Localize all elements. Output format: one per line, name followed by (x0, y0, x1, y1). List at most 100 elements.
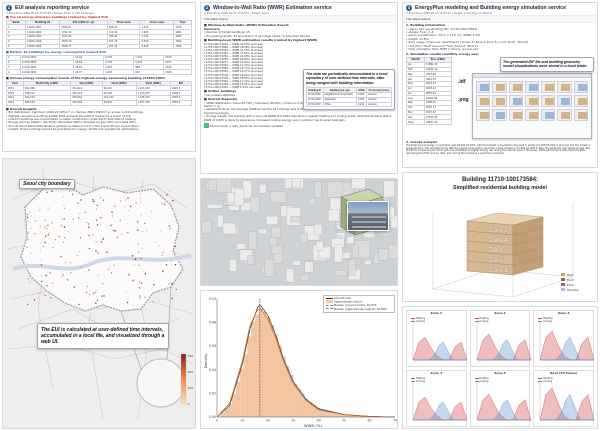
file-thumbnail[interactable] (541, 109, 556, 122)
file-thumbnail[interactable] (557, 81, 572, 94)
legend-label: Cooling (543, 380, 553, 383)
histogram-bar (251, 322, 256, 418)
file-thumbnail[interactable] (524, 81, 540, 94)
building-dot (102, 282, 104, 285)
building-dot (79, 237, 82, 239)
city-building (348, 259, 356, 276)
file-thumbnail[interactable] (573, 109, 588, 122)
building-dot (63, 236, 66, 239)
building-dot (88, 294, 91, 296)
file-thumbnail[interactable] (492, 81, 507, 94)
top10-table: Rank Building ID EUI (kWh/m²·yr) Floor area… (6, 19, 192, 50)
zone-label: Zone 4 (489, 238, 508, 244)
file-thumbnail[interactable] (524, 95, 540, 108)
building-dot (78, 217, 80, 219)
building-dot (69, 262, 72, 264)
building-dot (96, 224, 99, 226)
building-dot (96, 299, 99, 302)
building-dot (38, 297, 40, 300)
building-dot (159, 230, 161, 232)
city-building (292, 179, 301, 189)
file-thumbnail[interactable] (573, 81, 588, 94)
building-dot (38, 192, 40, 195)
building-dot (135, 227, 137, 229)
city-building (304, 261, 314, 273)
map-caption-callout: The EUI is calculated at user-defined ti… (37, 323, 169, 349)
file-thumbnail[interactable] (573, 95, 588, 108)
file-thumbnail[interactable] (508, 109, 523, 122)
city-building (335, 270, 347, 277)
city-building (257, 228, 268, 235)
building-dot (95, 208, 98, 210)
building-dot (26, 262, 29, 264)
building-dot (107, 268, 110, 271)
building-dot (168, 283, 170, 285)
file-thumbnail[interactable] (492, 109, 507, 122)
city-3d-svg (201, 179, 397, 285)
file-thumbnail[interactable] (508, 95, 523, 108)
building-dot (49, 272, 51, 274)
zone-chart-plot (412, 378, 468, 421)
wwr-panel-title: Window-to-Wall Ratio (WWR) Estimation se… (213, 5, 332, 11)
building-dot (137, 251, 140, 253)
building-dot (63, 204, 65, 206)
file-thumbnail[interactable] (476, 95, 491, 108)
building-dot (174, 266, 177, 269)
building-dot (111, 215, 114, 217)
file-thumbnail[interactable] (524, 109, 540, 122)
city-building (222, 222, 236, 235)
file-thumbnail[interactable] (557, 95, 572, 108)
building-dot (44, 294, 46, 296)
energyplus-latest-output-tab[interactable]: The latest output (403, 15, 597, 23)
building-dot (134, 258, 137, 260)
file-thumbnail[interactable] (492, 95, 507, 108)
building-dot (27, 278, 29, 280)
building-dot (124, 199, 127, 201)
wwr-callout-table: Building ID Building use type WWR Processin… (306, 87, 393, 108)
building-dot (171, 297, 173, 300)
building-dot (137, 229, 139, 231)
zone-chart-plot (540, 378, 595, 421)
building-dot (140, 214, 142, 216)
building-dot (92, 199, 94, 201)
building-dot (173, 221, 176, 223)
city-3d-view (200, 178, 398, 286)
wwr-results-list: 11710-100174632 — WWR 40.50% (success) 11… (204, 43, 290, 89)
file-thumbnail[interactable] (541, 95, 556, 108)
legend-label: Cooling (479, 320, 489, 323)
file-thumbnail[interactable] (476, 81, 491, 94)
annual-caption: ■ Annual energy consumption trends of th… (6, 76, 166, 80)
zone-chart-legend: Heating Cooling (474, 377, 489, 383)
histogram-bar (277, 345, 282, 418)
file-thumbnail[interactable] (557, 109, 572, 122)
x-tick-label: 50 (342, 419, 346, 423)
legend-entry: Cooling (411, 320, 425, 323)
building-dot (144, 296, 146, 298)
file-thumbnail[interactable] (476, 109, 491, 122)
building-dot (63, 207, 66, 209)
building-dot (100, 217, 102, 219)
x-tick-label: 10 (240, 419, 244, 423)
wwr-callout-text: The data are periodically accumulated in… (306, 72, 388, 85)
file-thumbnail[interactable] (541, 81, 556, 94)
building-dot (26, 216, 29, 219)
building-dot (60, 255, 62, 258)
building-dot (92, 234, 94, 236)
legend-entry: Cooling (538, 380, 552, 383)
building-dot (85, 287, 88, 290)
building-dot (119, 219, 122, 222)
eui-panel: 1 EUI analysis reporting service ⏱ Execu… (2, 2, 196, 152)
file-thumbnail[interactable] (508, 81, 523, 94)
building-dot (174, 242, 176, 244)
building-dot (64, 262, 67, 264)
wwr-latest-output-tab[interactable]: The latest output (201, 15, 397, 23)
y-tick-label: 0.08 (209, 321, 216, 325)
building-dot (98, 198, 101, 200)
table-row: 11710-1003 Office 0.242 success (306, 101, 393, 108)
building-dot (30, 252, 32, 254)
panel-number-badge: 1 (6, 5, 12, 11)
building-dot (135, 202, 137, 204)
building-dot (140, 231, 143, 233)
histogram-bar (232, 394, 236, 418)
x-tick-label: 0 (216, 419, 218, 423)
